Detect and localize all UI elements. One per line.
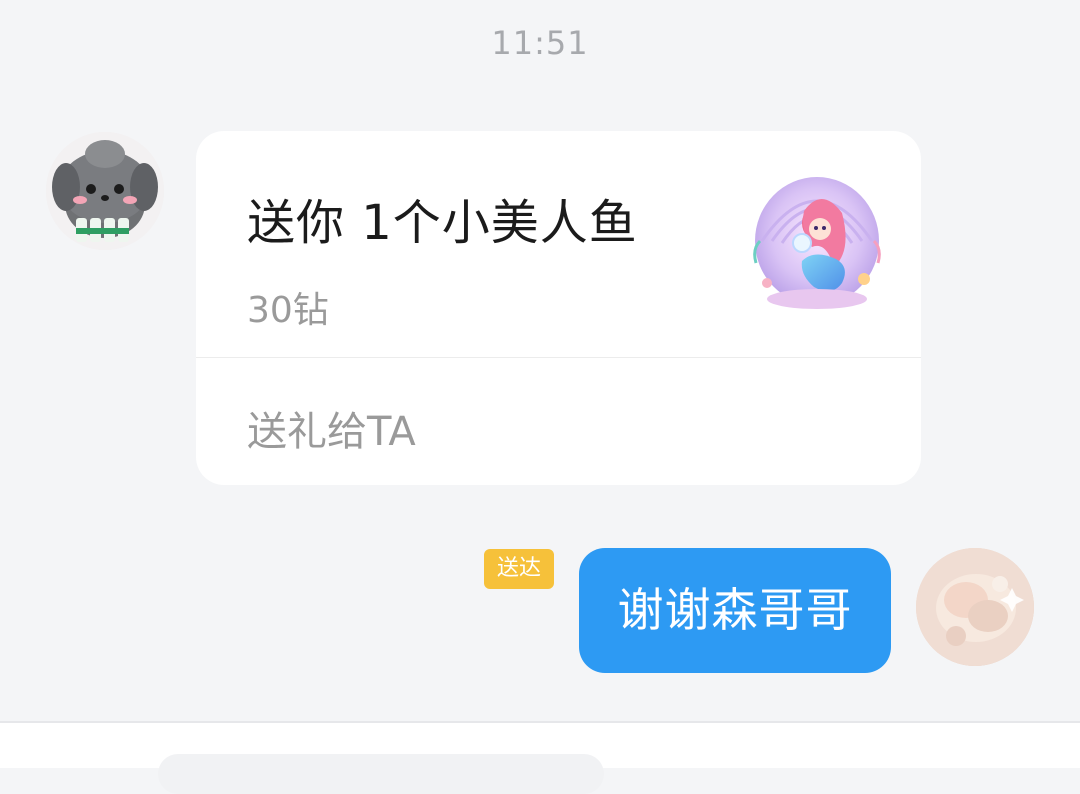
cartoon-gray-dog-avatar-icon xyxy=(46,132,164,250)
message-timestamp: 11:51 xyxy=(491,24,589,62)
user-avatar-icon xyxy=(916,548,1034,666)
message-input[interactable] xyxy=(158,754,604,794)
gift-price: 30钻 xyxy=(247,290,329,331)
delivered-status-badge: 送达 xyxy=(484,549,554,589)
gift-title: 送你 1个小美人鱼 xyxy=(247,195,638,251)
send-gift-button[interactable]: 送礼给TA xyxy=(247,399,416,457)
mermaid-gift-icon xyxy=(742,171,892,316)
my-avatar[interactable] xyxy=(916,548,1034,666)
sender-avatar[interactable] xyxy=(46,132,164,250)
gift-card-divider xyxy=(196,357,921,358)
gift-message-card[interactable]: 送你 1个小美人鱼 30钻 送礼给TA xyxy=(196,131,921,485)
outgoing-message-bubble[interactable]: 谢谢森哥哥 xyxy=(579,548,891,673)
